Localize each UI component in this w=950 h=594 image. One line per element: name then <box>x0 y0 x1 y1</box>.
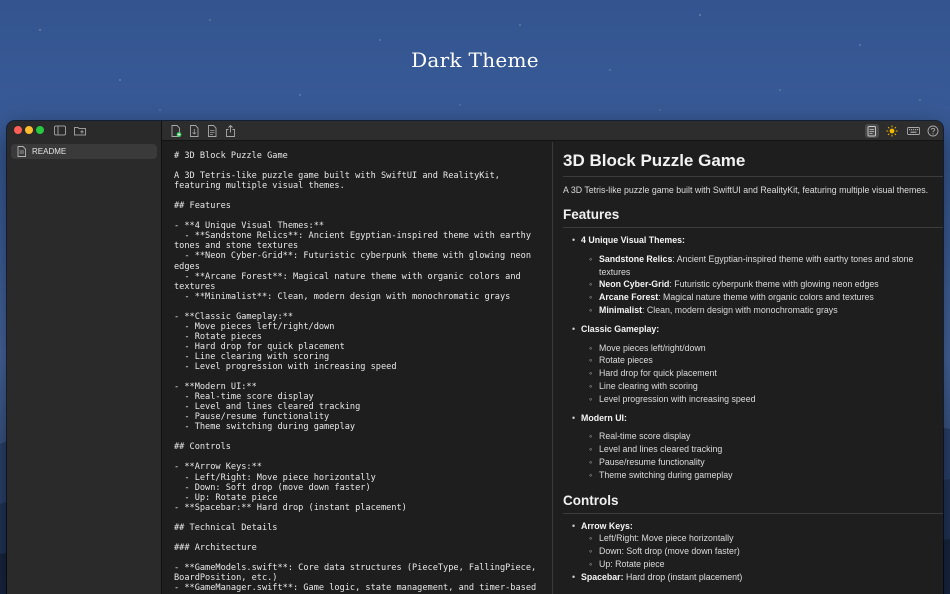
list-item: Left/Right: Move piece horizontally <box>581 532 943 545</box>
document-icon <box>17 146 26 157</box>
sidebar-toggle-icon[interactable] <box>53 124 67 137</box>
list-item: 4 Unique Visual Themes: Sandstone Relics… <box>563 234 943 317</box>
app-window: README # 3D Block Puzzle Game A 3D Tetri… <box>7 121 943 594</box>
list-item: Modern UI: Real-time score display Level… <box>563 412 943 482</box>
list-item: Rotate pieces <box>581 354 943 367</box>
controls-divider <box>563 512 943 514</box>
close-window-button[interactable] <box>14 126 22 134</box>
sidebar-titlebar <box>7 121 161 141</box>
main-area: # 3D Block Puzzle Game A 3D Tetris-like … <box>162 121 943 594</box>
preview-toggle-icon[interactable] <box>865 124 879 138</box>
zoom-window-button[interactable] <box>36 126 44 134</box>
features-heading: Features <box>563 207 620 222</box>
list-item: Down: Soft drop (move down faster) <box>581 545 943 558</box>
list-item: Line clearing with scoring <box>581 380 943 393</box>
document-icon[interactable] <box>206 125 218 137</box>
new-file-icon[interactable] <box>170 125 182 137</box>
list-item: Neon Cyber-Grid: Futuristic cyberpunk th… <box>581 278 943 291</box>
themes-list: Sandstone Relics: Ancient Egyptian-inspi… <box>581 253 943 317</box>
sidebar-file-readme[interactable]: README <box>11 144 157 159</box>
save-file-icon[interactable] <box>188 125 200 137</box>
hero-title: Dark Theme <box>411 48 539 72</box>
controls-heading: Controls <box>563 492 619 508</box>
toolbar <box>162 121 943 141</box>
minimize-window-button[interactable] <box>25 126 33 134</box>
list-item: Level progression with increasing speed <box>581 393 943 406</box>
list-item: Real-time score display <box>581 430 943 443</box>
list-item: Theme switching during gameplay <box>581 469 943 482</box>
help-icon[interactable] <box>927 125 939 137</box>
preview-title: 3D Block Puzzle Game <box>563 151 746 170</box>
list-item: Level and lines cleared tracking <box>581 443 943 456</box>
features-list: 4 Unique Visual Themes: Sandstone Relics… <box>563 234 943 482</box>
keyboard-icon[interactable] <box>906 125 920 137</box>
title-divider <box>563 176 943 177</box>
list-item: Move pieces left/right/down <box>581 342 943 355</box>
preview-intro: A 3D Tetris-like puzzle game built with … <box>563 185 929 195</box>
list-item: Pause/resume functionality <box>581 456 943 469</box>
list-item: Spacebar: Hard drop (instant placement) <box>563 571 943 584</box>
sidebar-file-label: README <box>32 147 67 156</box>
markdown-source: # 3D Block Puzzle Game A 3D Tetris-like … <box>174 151 537 594</box>
list-item: Arrow Keys: Left/Right: Move piece horiz… <box>563 520 943 571</box>
new-folder-icon[interactable] <box>73 124 87 137</box>
arrow-keys-list: Left/Right: Move piece horizontally Down… <box>581 532 943 570</box>
list-item: Hard drop for quick placement <box>581 367 943 380</box>
share-icon[interactable] <box>224 125 236 137</box>
markdown-editor[interactable]: # 3D Block Puzzle Game A 3D Tetris-like … <box>162 142 553 594</box>
theme-sun-icon[interactable] <box>886 125 898 137</box>
sidebar: README <box>7 121 162 594</box>
list-item: Sandstone Relics: Ancient Egyptian-inspi… <box>581 253 943 279</box>
modern-ui-list: Real-time score display Level and lines … <box>581 430 943 481</box>
list-item: Arcane Forest: Magical nature theme with… <box>581 291 943 304</box>
controls-list: Arrow Keys: Left/Right: Move piece horiz… <box>563 520 943 584</box>
list-item: Minimalist: Clean, modern design with mo… <box>581 304 943 317</box>
markdown-preview: 3D Block Puzzle Game A 3D Tetris-like pu… <box>554 142 943 594</box>
list-item: Classic Gameplay: Move pieces left/right… <box>563 323 943 406</box>
gameplay-list: Move pieces left/right/down Rotate piece… <box>581 342 943 406</box>
features-divider <box>563 227 943 228</box>
list-item: Up: Rotate piece <box>581 558 943 571</box>
